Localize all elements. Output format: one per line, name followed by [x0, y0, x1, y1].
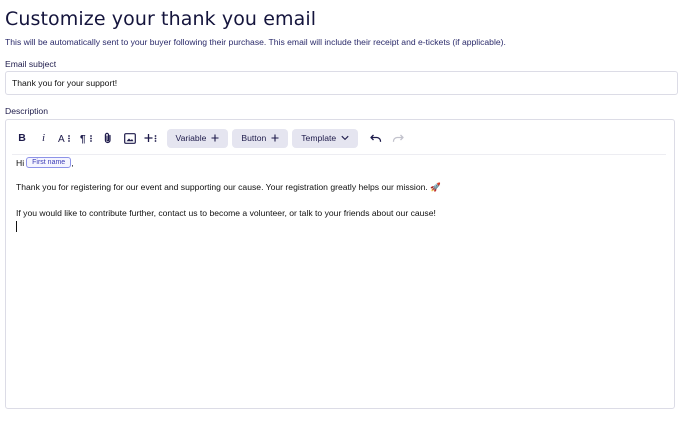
undo-button[interactable]	[366, 128, 386, 148]
attachment-button[interactable]	[98, 128, 118, 148]
template-dropdown[interactable]: Template	[292, 128, 359, 148]
svg-text:A: A	[58, 134, 65, 144]
body-paragraph-2: If you would like to contribute further,…	[16, 208, 436, 218]
greeting-line: Hi First name ,	[16, 157, 74, 168]
insert-icon	[144, 134, 157, 142]
image-icon	[123, 132, 136, 144]
body-paragraph-1: Thank you for registering for our event …	[16, 182, 441, 192]
bold-button[interactable]: B	[12, 128, 32, 148]
svg-text:¶: ¶	[80, 134, 86, 144]
chevron-down-icon	[341, 135, 349, 141]
variable-button-label: Variable	[175, 133, 207, 143]
paragraph-button[interactable]: ¶	[77, 128, 97, 148]
paperclip-icon	[104, 132, 111, 144]
description-editor[interactable]: B i A ¶ Variable Button Template Hi Firs…	[5, 119, 675, 409]
button-insert-button[interactable]: Button	[232, 128, 289, 148]
email-subject-label: Email subject	[5, 59, 57, 69]
greeting-text: Hi	[16, 157, 25, 168]
plus-icon	[211, 134, 219, 142]
template-dropdown-label: Template	[301, 133, 337, 143]
italic-button[interactable]: i	[34, 128, 54, 148]
thank-you-email-page: Customize your thank you email This will…	[0, 0, 688, 435]
redo-button[interactable]	[388, 128, 408, 148]
button-insert-label: Button	[241, 133, 267, 143]
redo-icon	[392, 134, 404, 142]
italic-icon: i	[41, 131, 46, 144]
bold-icon: B	[18, 131, 26, 144]
insert-button[interactable]	[141, 128, 161, 148]
text-cursor	[16, 221, 17, 232]
paragraph-icon: ¶	[80, 134, 92, 144]
image-button[interactable]	[120, 128, 140, 148]
first-name-merge-tag[interactable]: First name	[26, 157, 72, 168]
page-subtitle: This will be automatically sent to your …	[5, 37, 506, 47]
page-title: Customize your thank you email	[5, 8, 317, 30]
greeting-suffix: ,	[71, 157, 74, 168]
text-size-button[interactable]: A	[55, 128, 75, 148]
email-subject-input[interactable]	[5, 71, 678, 95]
text-size-icon: A	[58, 134, 70, 144]
editor-toolbar: B i A ¶ Variable Button Template	[12, 126, 666, 155]
plus-icon	[271, 134, 279, 142]
undo-icon	[370, 134, 382, 142]
description-label: Description	[5, 106, 48, 116]
variable-button[interactable]: Variable	[166, 128, 229, 148]
